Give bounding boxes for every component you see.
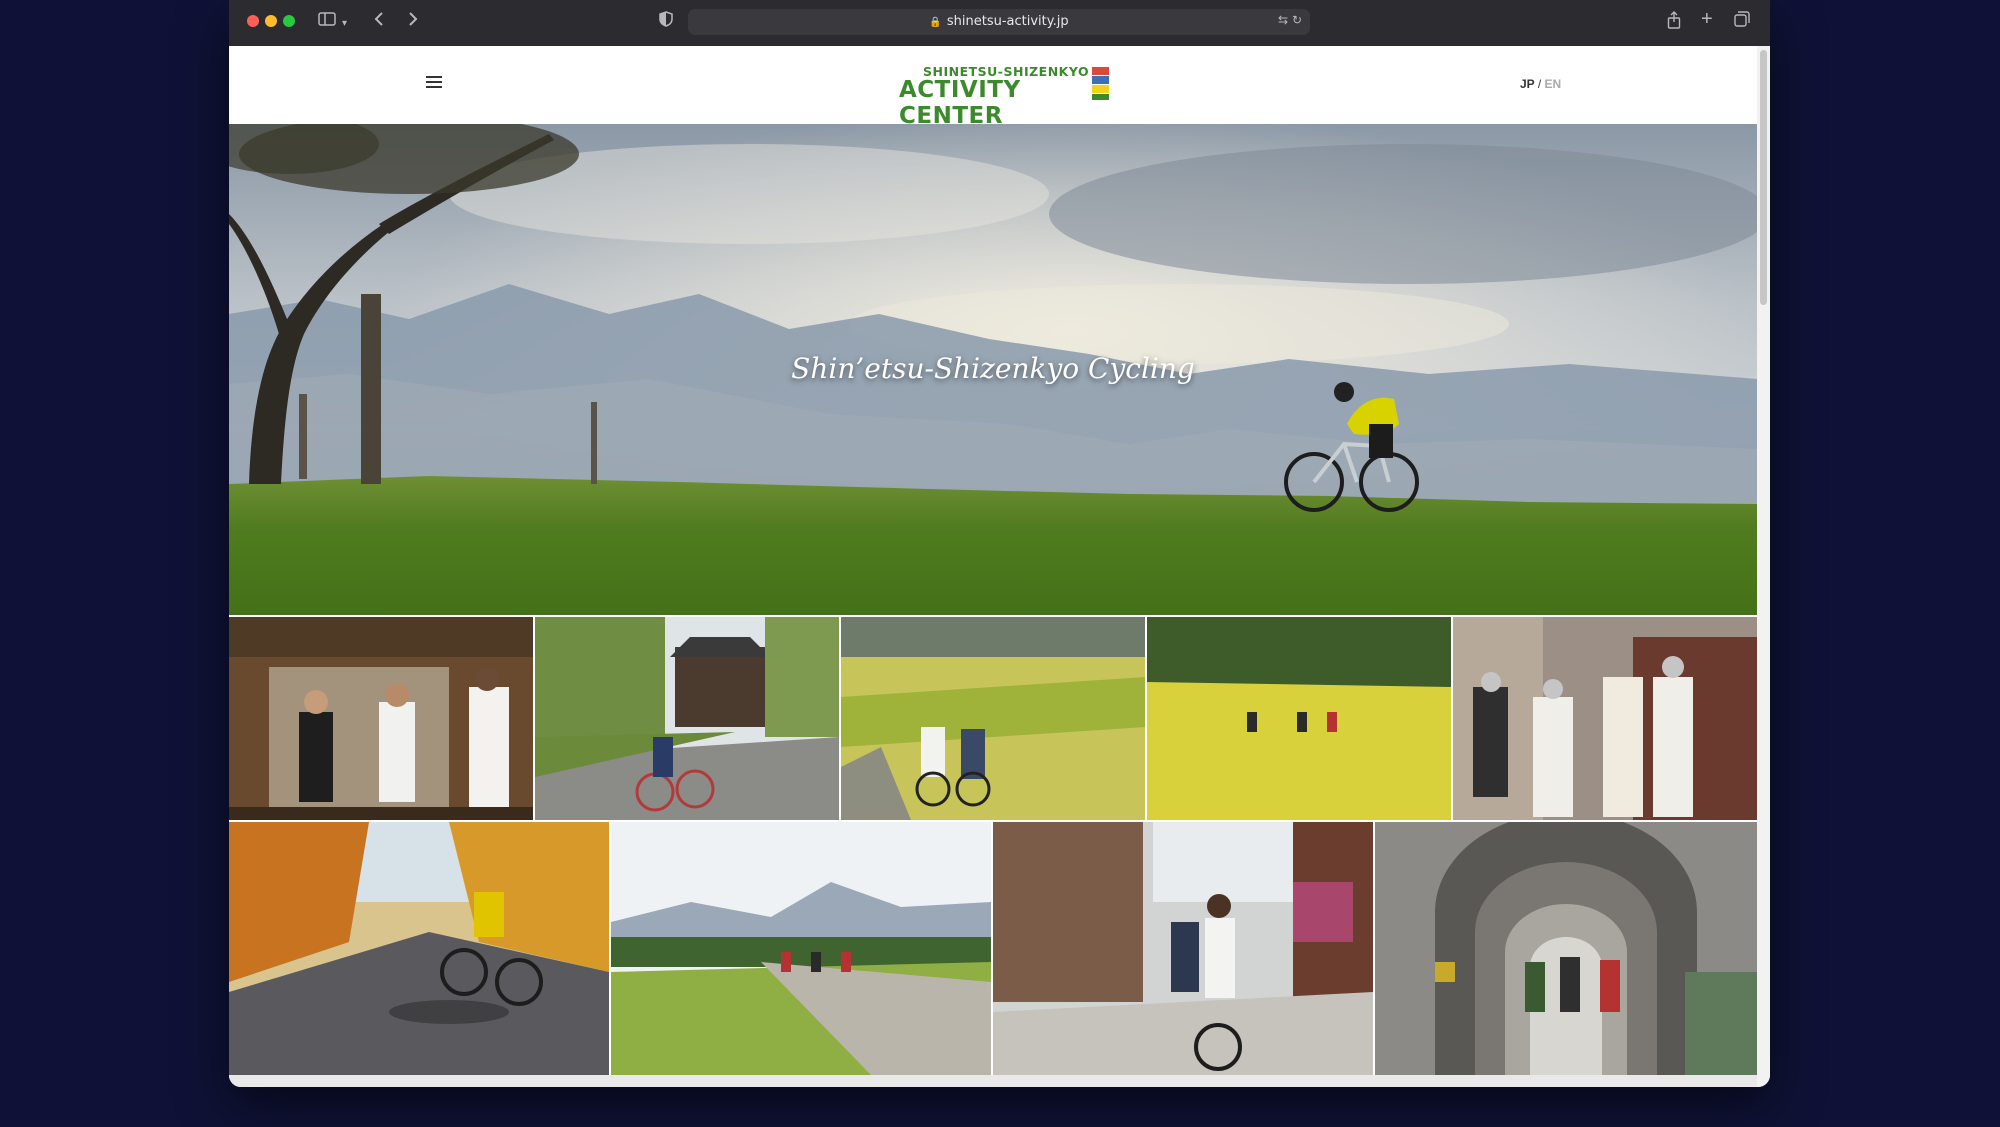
photo-town-street[interactable] — [993, 822, 1373, 1075]
photo-tunnel-arches[interactable] — [1375, 822, 1757, 1075]
back-button[interactable] — [373, 11, 385, 27]
page-footer-strip — [229, 1075, 1757, 1087]
close-window-button[interactable] — [247, 15, 259, 27]
photo-onsen-street[interactable] — [1453, 617, 1757, 820]
browser-toolbar: ▾ 🔒 shinetsu-activity.jp ⇆ ↻ + — [229, 0, 1770, 47]
scrollbar-thumb[interactable] — [1760, 50, 1767, 305]
hero-title: Shin’etsu-Shizenkyo Cycling — [791, 352, 1195, 385]
photo-autumn-road[interactable] — [229, 822, 609, 1075]
site-logo[interactable]: SHINETSU-SHIZENKYO ACTIVITY CENTER — [899, 64, 1119, 129]
web-page: SHINETSU-SHIZENKYO ACTIVITY CENTER JP / … — [229, 46, 1757, 1087]
share-icon[interactable] — [1667, 11, 1681, 29]
url-text: shinetsu-activity.jp — [946, 14, 1069, 29]
site-header: SHINETSU-SHIZENKYO ACTIVITY CENTER JP / … — [229, 46, 1757, 129]
tab-overview-icon[interactable] — [1734, 11, 1750, 27]
lang-jp-link[interactable]: JP — [1520, 77, 1534, 91]
vertical-scrollbar[interactable] — [1757, 46, 1770, 1087]
zoom-window-button[interactable] — [283, 15, 295, 27]
chevron-down-icon[interactable]: ▾ — [342, 14, 347, 34]
translate-icon[interactable]: ⇆ — [1278, 13, 1288, 27]
photo-bike-shop[interactable] — [229, 617, 533, 820]
language-switcher: JP / EN — [1520, 77, 1561, 91]
photo-shrine-cyclists[interactable] — [535, 617, 839, 820]
address-bar[interactable]: 🔒 shinetsu-activity.jp ⇆ ↻ — [688, 9, 1310, 35]
forward-button[interactable] — [407, 11, 419, 27]
logo-main-text: ACTIVITY CENTER — [899, 77, 1021, 129]
browser-window: ▾ 🔒 shinetsu-activity.jp ⇆ ↻ + SHINETSU-… — [229, 0, 1770, 1087]
photo-rice-field-road[interactable] — [841, 617, 1145, 820]
sidebar-toggle-icon[interactable] — [318, 11, 336, 27]
privacy-shield-icon[interactable] — [659, 11, 673, 27]
new-tab-icon[interactable]: + — [1701, 9, 1713, 29]
menu-icon[interactable] — [426, 76, 442, 90]
logo-flag-icon — [1092, 67, 1109, 103]
minimize-window-button[interactable] — [265, 15, 277, 27]
lang-en-link[interactable]: EN — [1545, 77, 1562, 91]
lang-separator: / — [1537, 77, 1542, 91]
photo-yellow-field-cyclists[interactable] — [1147, 617, 1451, 820]
photo-mountain-path[interactable] — [611, 822, 991, 1075]
lock-icon: 🔒 — [929, 17, 942, 28]
hero-image: Shin’etsu-Shizenkyo Cycling — [229, 124, 1757, 615]
reload-icon[interactable]: ↻ — [1292, 13, 1302, 27]
